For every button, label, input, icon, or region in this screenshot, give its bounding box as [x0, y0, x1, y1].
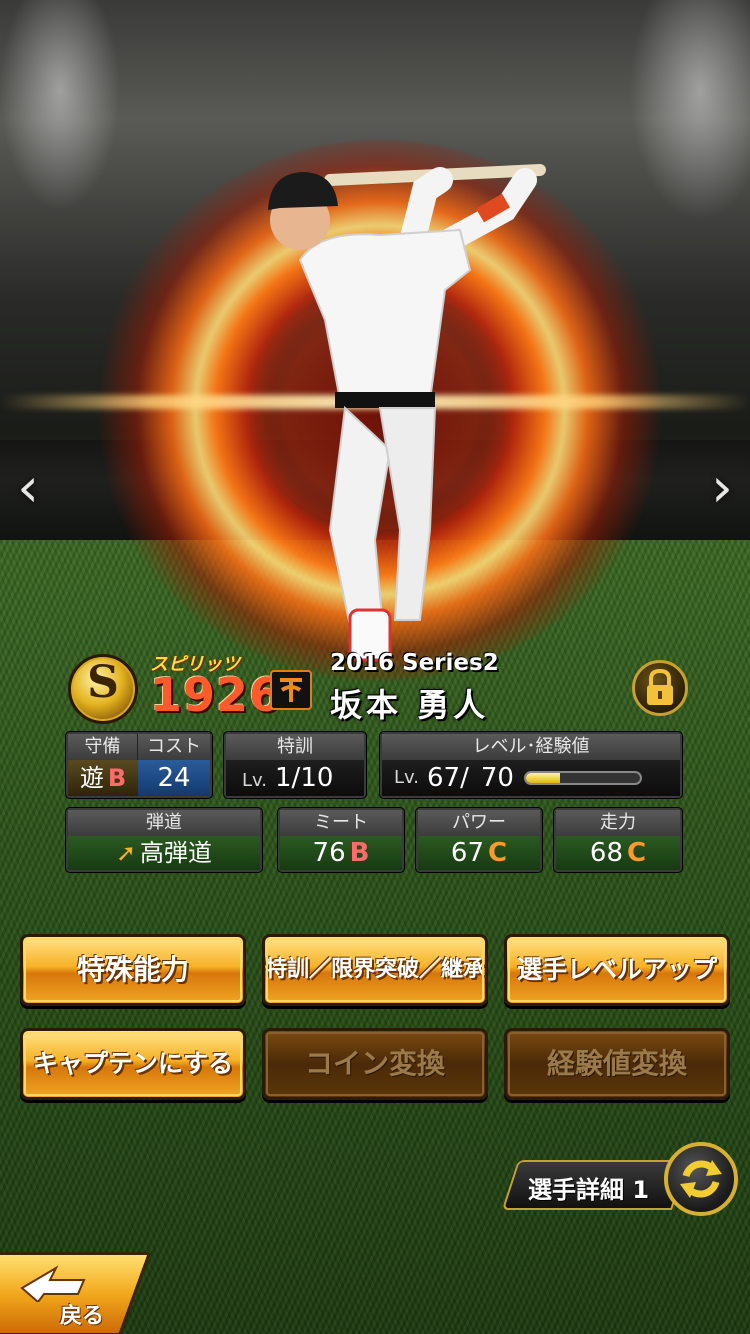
- team-logo-mark: [280, 678, 302, 702]
- training-value: 1/10: [275, 763, 334, 793]
- cost-header: コスト: [138, 734, 210, 760]
- series-label: 2016 Series2: [330, 650, 499, 676]
- level-max: 70: [480, 763, 514, 793]
- training-value-cell: Lv. 1/10: [226, 760, 364, 796]
- power-header: パワー: [418, 810, 540, 836]
- level-exp-panel: レベル･経験値 Lv. 67/ 70: [380, 732, 682, 798]
- refresh-button[interactable]: [664, 1142, 738, 1216]
- meet-value: 76: [312, 838, 346, 868]
- meet-grade: B: [349, 838, 370, 868]
- level-value-cell: Lv. 67/ 70: [382, 760, 680, 796]
- prev-card-arrow[interactable]: ‹: [8, 460, 48, 516]
- trajectory-panel: 弾道 ➚ 高弾道: [66, 808, 262, 872]
- exp-exchange-button[interactable]: 経験値変換: [504, 1028, 730, 1100]
- giants-logo-icon: [270, 670, 312, 710]
- power-panel: パワー 67 C: [416, 808, 542, 872]
- player-belt: [335, 392, 435, 408]
- spirits-value: 1926: [150, 668, 283, 722]
- trajectory-header: 弾道: [68, 810, 260, 836]
- padlock-icon: [647, 668, 673, 705]
- training-lv-prefix: Lv.: [242, 770, 268, 791]
- speed-value-cell: 68 C: [556, 836, 680, 870]
- meet-panel: ミート 76 B: [278, 808, 404, 872]
- lock-button[interactable]: [632, 660, 688, 716]
- speed-panel: 走力 68 C: [554, 808, 682, 872]
- captain-button[interactable]: キャプテンにする: [20, 1028, 246, 1100]
- player-name: 坂本 勇人: [330, 686, 490, 724]
- speed-value: 68: [589, 838, 623, 868]
- position-cost-panel: 守備 コスト 遊B 24: [66, 732, 212, 798]
- trajectory-value: 高弾道: [140, 839, 213, 867]
- training-limit-button[interactable]: 特訓／限界突破／継承: [262, 934, 488, 1006]
- meet-value-cell: 76 B: [280, 836, 402, 870]
- refresh-icon: [680, 1160, 722, 1198]
- speed-header: 走力: [556, 810, 680, 836]
- back-label: 戻る: [60, 1304, 105, 1329]
- training-panel: 特訓 Lv. 1/10: [224, 732, 366, 798]
- spirits-badge-letter: S: [87, 657, 119, 708]
- player-right-leg: [378, 407, 437, 621]
- player-image: [268, 164, 546, 662]
- level-lv-prefix: Lv.: [394, 767, 420, 788]
- training-header: 特訓: [226, 734, 364, 760]
- trajectory-value-cell: ➚ 高弾道: [68, 836, 260, 870]
- power-value: 67: [450, 838, 484, 868]
- special-ability-button[interactable]: 特殊能力: [20, 934, 246, 1006]
- power-grade: C: [488, 838, 508, 868]
- cost-value: 24: [138, 760, 210, 796]
- position-header: 守備: [68, 734, 138, 760]
- coin-exchange-button[interactable]: コイン変換: [262, 1028, 488, 1100]
- trajectory-arrow-icon: ➚: [115, 839, 137, 867]
- speed-grade: C: [627, 838, 647, 868]
- position-value-cell: 遊B: [68, 760, 138, 796]
- power-value-cell: 67 C: [418, 836, 540, 870]
- level-up-button[interactable]: 選手レベルアップ: [504, 934, 730, 1006]
- position-grade: B: [107, 764, 127, 792]
- player-detail-label: 選手詳細 1: [528, 1176, 650, 1204]
- level-current: 67/: [427, 763, 469, 793]
- exp-bar: [523, 771, 642, 785]
- exp-bar-fill: [525, 773, 561, 783]
- position-value: 遊: [79, 764, 104, 792]
- back-arrow-icon: [20, 1265, 86, 1302]
- next-card-arrow[interactable]: ›: [702, 460, 742, 516]
- level-header: レベル･経験値: [382, 734, 680, 760]
- player-torso: [298, 228, 472, 401]
- spirits-badge-icon: S: [68, 654, 138, 724]
- meet-header: ミート: [280, 810, 402, 836]
